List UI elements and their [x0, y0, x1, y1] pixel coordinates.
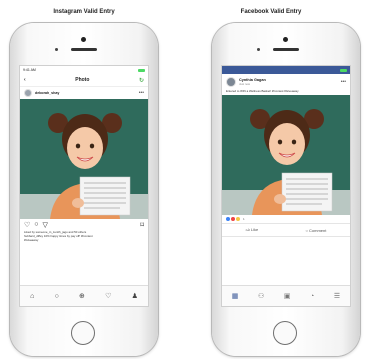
search-icon[interactable]: ○: [55, 293, 59, 300]
add-post-icon[interactable]: ⊕: [79, 292, 85, 300]
battery-icon: [138, 68, 145, 72]
instagram-screen: 9:41 AM ‹ Photo ↻ deborah_shay ••• ♡ ○ ▽…: [19, 65, 149, 307]
girl-holding-entry-card-image: [20, 99, 148, 219]
battery-icon: [340, 68, 347, 72]
haha-reaction-icon: [236, 217, 240, 221]
love-reaction-icon: [231, 217, 235, 221]
news-feed-icon[interactable]: ▦: [232, 292, 239, 300]
like-reaction-icon: [226, 217, 230, 221]
post-photo[interactable]: [20, 99, 148, 219]
home-button[interactable]: [71, 321, 95, 345]
profile-icon[interactable]: ♟: [132, 292, 138, 300]
post-actions: 👍︎ Like ○ Comment: [222, 223, 350, 237]
facebook-phone: Cynthia Gagan Just now ••• Entered to WI…: [212, 23, 360, 356]
share-icon[interactable]: ▽: [43, 221, 48, 229]
reactions-summary[interactable]: 1: [222, 215, 350, 223]
nav-title: Photo: [75, 77, 90, 83]
status-bar: [222, 66, 350, 74]
friends-icon[interactable]: ⚇: [258, 292, 264, 300]
back-icon[interactable]: ‹: [24, 77, 26, 83]
post-time: Just now: [239, 82, 251, 86]
post-caption-block: Liked by someone_in_zenith_jago and 50 o…: [20, 230, 148, 243]
post-header: Cynthia Gagan Just now •••: [222, 74, 350, 88]
post-actions: ♡ ○ ▽ ⌑: [20, 219, 148, 230]
post-photo[interactable]: [222, 95, 350, 215]
instagram-phone: 9:41 AM ‹ Photo ↻ deborah_shay ••• ♡ ○ ▽…: [10, 23, 158, 356]
instagram-caption: Instagram Valid Entry: [53, 9, 115, 15]
girl-holding-entry-card-image: [222, 95, 350, 215]
front-sensor: [257, 48, 260, 51]
comment-label: Comment: [309, 227, 327, 233]
post-username[interactable]: deborah_shay: [35, 91, 59, 95]
like-label: Like: [250, 227, 259, 232]
avatar[interactable]: [24, 89, 32, 97]
comment-icon[interactable]: ○: [34, 221, 38, 228]
menu-icon[interactable]: ☰: [334, 292, 340, 300]
front-camera: [283, 37, 288, 42]
earpiece-speaker: [273, 48, 299, 51]
hashtag-text: #Giveaway: [24, 238, 39, 243]
facebook-caption: Facebook Valid Entry: [240, 9, 302, 15]
reaction-count: 1: [243, 217, 245, 221]
bookmark-icon[interactable]: ⌑: [140, 221, 144, 229]
notifications-icon[interactable]: ◔: [310, 293, 314, 300]
post-meta: Cynthia Gagan Just now: [239, 78, 266, 86]
instagram-nav-bar: ‹ Photo ↻: [20, 74, 148, 87]
instagram-tab-bar: ⌂ ○ ⊕ ♡ ♟: [20, 285, 148, 306]
facebook-screen: Cynthia Gagan Just now ••• Entered to WI…: [221, 65, 351, 307]
facebook-tab-bar: ▦ ⚇ ▣ ◔ ☰: [222, 285, 350, 306]
earpiece-speaker: [71, 48, 97, 51]
front-sensor: [55, 48, 58, 51]
front-camera: [81, 37, 86, 42]
activity-heart-icon[interactable]: ♡: [105, 292, 111, 300]
thumbs-up-icon: 👍︎: [245, 227, 250, 232]
comment-icon: ○: [305, 227, 308, 233]
avatar[interactable]: [226, 77, 236, 87]
watch-icon[interactable]: ▣: [284, 292, 291, 300]
status-time: 9:41 AM: [23, 68, 36, 72]
home-button[interactable]: [273, 321, 297, 345]
post-header: deborah_shay •••: [20, 87, 148, 99]
comment-button[interactable]: ○ Comment: [305, 228, 326, 233]
heart-icon[interactable]: ♡: [24, 221, 30, 229]
more-options-icon[interactable]: •••: [341, 79, 346, 85]
status-bar: 9:41 AM: [20, 66, 148, 74]
more-options-icon[interactable]: •••: [139, 90, 144, 96]
post-description: Entered to WIN a Wellness Basket! #Conte…: [226, 89, 299, 93]
refresh-icon[interactable]: ↻: [139, 77, 144, 84]
like-button[interactable]: 👍︎ Like: [246, 227, 259, 233]
home-icon[interactable]: ⌂: [30, 293, 34, 300]
